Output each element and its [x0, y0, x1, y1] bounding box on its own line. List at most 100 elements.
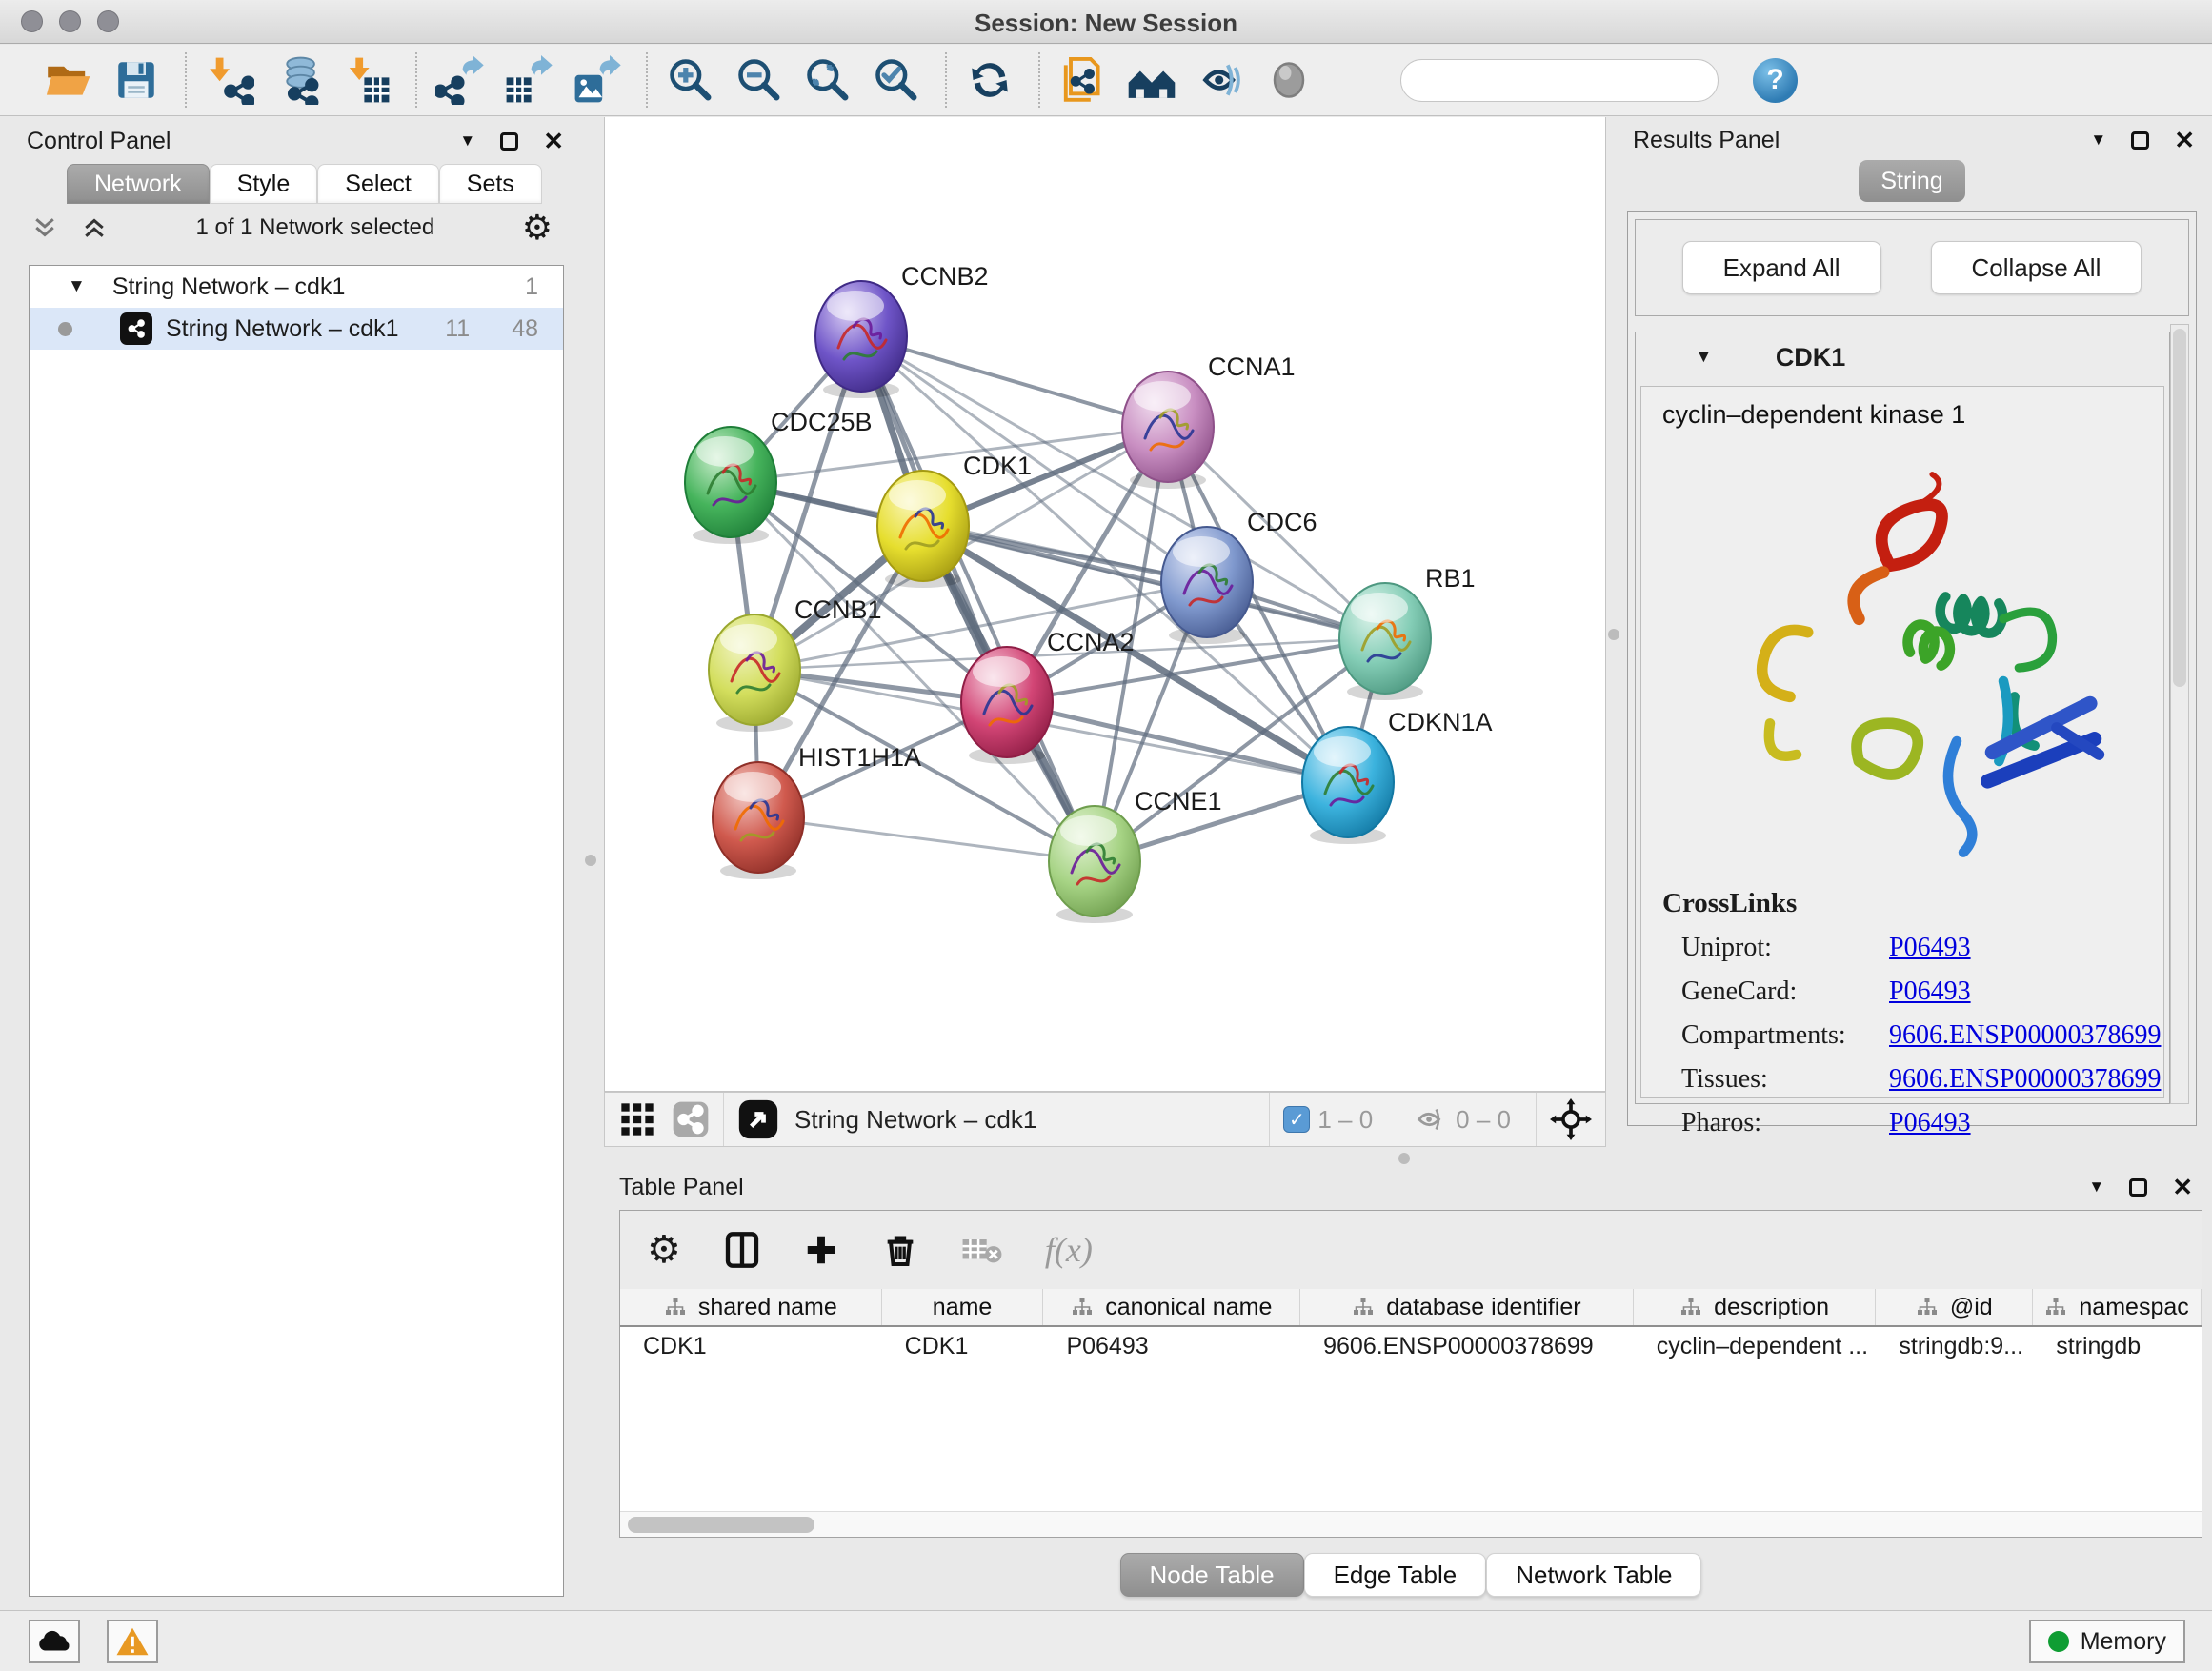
selected-nodes-checkbox-icon[interactable]: ✓ [1283, 1106, 1310, 1133]
splitter-grip[interactable] [585, 855, 596, 866]
warnings-button[interactable] [107, 1620, 158, 1663]
open-session-icon[interactable] [40, 52, 95, 108]
panel-float-icon[interactable] [2131, 131, 2149, 150]
grid-view-icon[interactable] [618, 1100, 656, 1138]
tab-select[interactable]: Select [317, 164, 438, 204]
delete-column-icon[interactable] [881, 1231, 919, 1269]
panel-menu-icon[interactable]: ▼ [2090, 131, 2106, 150]
clone-network-icon[interactable] [1056, 52, 1111, 108]
crosslink-row: Pharos:P06493 [1681, 1108, 2163, 1138]
panel-close-icon[interactable]: ✕ [2172, 1173, 2193, 1202]
network-edge[interactable] [923, 526, 1385, 638]
table-cell: stringdb [2033, 1327, 2202, 1365]
network-edge[interactable] [861, 336, 1168, 427]
show-columns-icon[interactable] [723, 1231, 761, 1269]
network-share-icon[interactable] [672, 1100, 710, 1138]
crosslink-label: Tissues: [1681, 1064, 1889, 1095]
tab-string[interactable]: String [1859, 160, 1965, 202]
cloud-button[interactable] [29, 1620, 80, 1663]
table-horizontal-scrollbar[interactable] [620, 1511, 2202, 1537]
crosslink-link[interactable]: 9606.ENSP00000378699 [1889, 1064, 2161, 1095]
help-icon[interactable]: ? [1753, 58, 1798, 103]
tab-style[interactable]: Style [210, 164, 318, 204]
add-column-icon[interactable] [803, 1232, 839, 1268]
tab-network[interactable]: Network [67, 164, 210, 204]
column-header-shared-name[interactable]: shared name [620, 1289, 882, 1325]
column-header-@id[interactable]: @id [1876, 1289, 2033, 1325]
column-header-database-identifier[interactable]: database identifier [1300, 1289, 1634, 1325]
save-session-icon[interactable] [109, 52, 164, 108]
expand-all-button[interactable]: Expand All [1682, 241, 1881, 294]
memory-button[interactable]: Memory [2029, 1620, 2185, 1663]
network-canvas[interactable]: CCNB2CCNA1CDC25BCDK1CDC6RB1CCNB1CCNA2CDK… [604, 117, 1606, 1092]
zoom-out-icon[interactable] [732, 52, 787, 108]
network-edge[interactable] [758, 817, 1095, 861]
toolbar-search[interactable] [1400, 59, 1719, 102]
panel-menu-icon[interactable]: ▼ [459, 131, 475, 151]
network-row-selected[interactable]: String Network – cdk1 11 48 [30, 308, 563, 350]
splitter-grip[interactable] [1608, 629, 1619, 640]
table-cell: cyclin–dependent ... [1634, 1327, 1877, 1365]
column-header-description[interactable]: description [1634, 1289, 1877, 1325]
tab-edge-table[interactable]: Edge Table [1304, 1553, 1487, 1597]
import-table-file-icon[interactable] [339, 52, 394, 108]
network-edge[interactable] [1007, 702, 1348, 782]
import-network-file-icon[interactable] [202, 52, 257, 108]
tab-node-table[interactable]: Node Table [1120, 1553, 1304, 1597]
column-header-name[interactable]: name [882, 1289, 1044, 1325]
node-label: CCNB1 [794, 595, 882, 624]
birds-eye-view-icon[interactable] [737, 1098, 779, 1140]
zoom-fit-icon[interactable] [800, 52, 855, 108]
panel-float-icon[interactable] [2129, 1178, 2147, 1197]
crosslink-link[interactable]: P06493 [1889, 976, 1971, 1007]
import-network-database-icon[interactable] [271, 52, 326, 108]
refresh-icon[interactable] [962, 52, 1017, 108]
protein-disclosure-icon[interactable]: ▼ [1695, 347, 1713, 368]
network-options-gear-icon[interactable]: ⚙ [522, 211, 553, 245]
results-scrollbar[interactable] [2170, 324, 2189, 1104]
column-label: namespac [2079, 1294, 2188, 1321]
column-header-canonical-name[interactable]: canonical name [1043, 1289, 1300, 1325]
panel-menu-icon[interactable]: ▼ [2088, 1178, 2104, 1197]
crosslink-link[interactable]: 9606.ENSP00000378699 [1889, 1020, 2161, 1051]
home-icon[interactable] [1124, 52, 1179, 108]
function-builder-icon: f(x) [1045, 1230, 1093, 1270]
crosslink-link[interactable]: P06493 [1889, 1108, 1971, 1138]
table-row[interactable]: CDK1CDK1P064939606.ENSP00000378699cyclin… [620, 1327, 2202, 1365]
zoom-selected-icon[interactable] [869, 52, 924, 108]
panel-float-icon[interactable] [500, 132, 518, 151]
hide-glasses-icon[interactable] [1193, 52, 1248, 108]
network-node-rb1[interactable]: RB1 [1339, 564, 1476, 700]
network-node-cdkn1a[interactable]: CDKN1A [1302, 708, 1493, 844]
crosslink-link[interactable]: P06493 [1889, 933, 1971, 963]
show-eye-icon[interactable] [1261, 52, 1317, 108]
crosslink-label: GeneCard: [1681, 976, 1889, 1007]
collection-disclosure-icon[interactable]: ▼ [68, 276, 86, 297]
expand-all-icon[interactable] [80, 213, 109, 242]
export-network-icon[interactable] [432, 52, 488, 108]
tab-sets[interactable]: Sets [439, 164, 542, 204]
column-type-icon [664, 1296, 687, 1319]
panel-close-icon[interactable]: ✕ [543, 127, 564, 156]
splitter-grip[interactable] [1398, 1153, 1410, 1164]
node-label: CDKN1A [1388, 708, 1493, 736]
export-image-icon[interactable] [570, 52, 625, 108]
tab-network-table[interactable]: Network Table [1486, 1553, 1701, 1597]
network-graph[interactable]: CCNB2CCNA1CDC25BCDK1CDC6RB1CCNB1CCNA2CDK… [605, 117, 1605, 1090]
zoom-in-icon[interactable] [663, 52, 718, 108]
column-header-namespac[interactable]: namespac [2033, 1289, 2202, 1325]
main-toolbar: ? [0, 45, 2212, 116]
pan-crosshair-icon[interactable] [1550, 1098, 1592, 1140]
network-node-hist1h1a[interactable]: HIST1H1A [713, 743, 921, 879]
collapse-all-icon[interactable] [30, 213, 59, 242]
panel-close-icon[interactable]: ✕ [2174, 126, 2195, 155]
search-input[interactable] [1422, 67, 1718, 93]
collapse-all-button[interactable]: Collapse All [1931, 241, 2142, 294]
network-node-cdc6[interactable]: CDC6 [1161, 508, 1317, 644]
export-table-icon[interactable] [501, 52, 556, 108]
table-options-gear-icon[interactable]: ⚙ [647, 1231, 681, 1269]
network-node-ccne1[interactable]: CCNE1 [1049, 787, 1222, 923]
network-node-ccnb2[interactable]: CCNB2 [815, 262, 989, 398]
network-collection-row[interactable]: ▼ String Network – cdk1 1 [30, 266, 563, 308]
network-edge[interactable] [861, 336, 1095, 861]
